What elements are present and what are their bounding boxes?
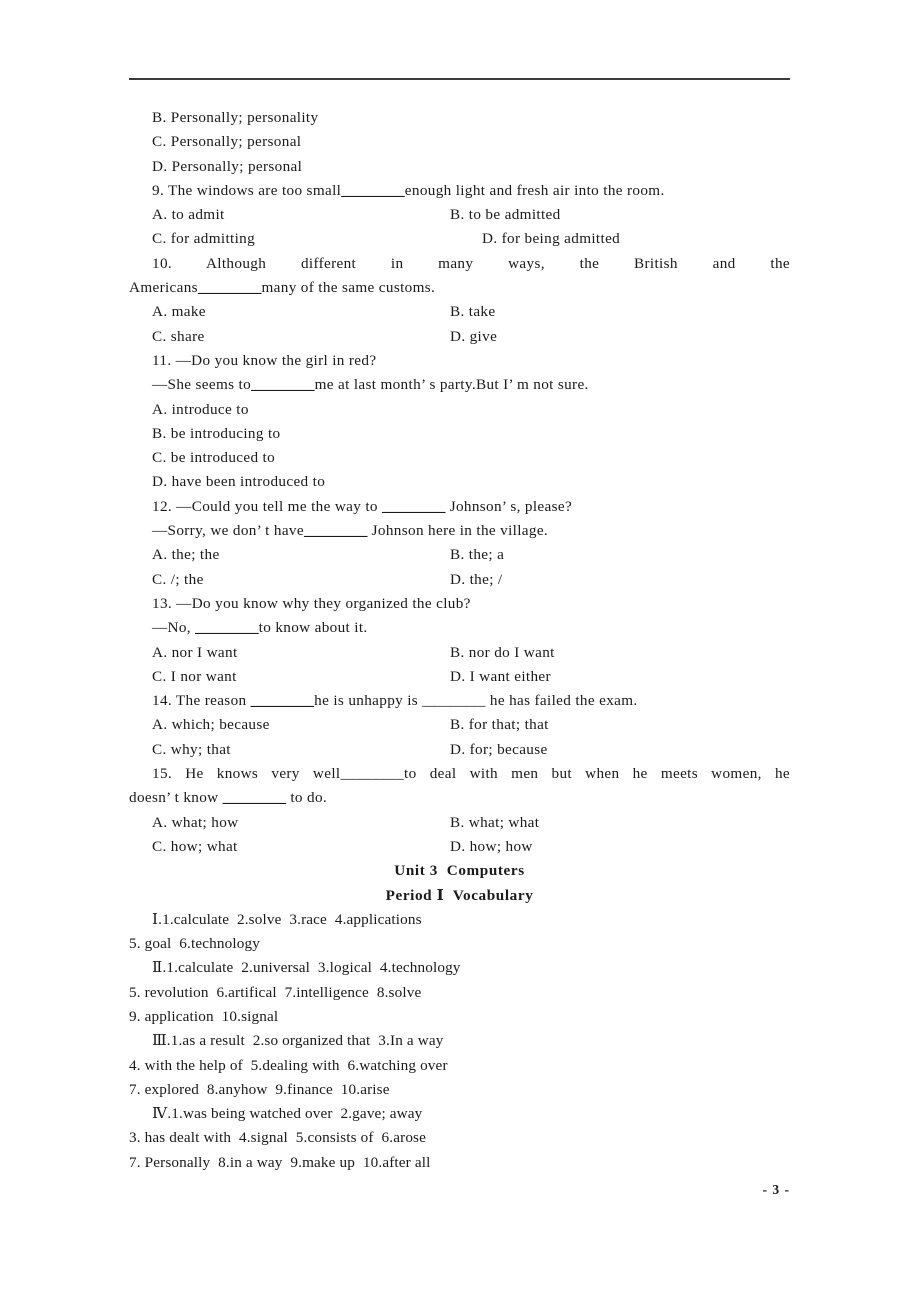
option-right: B. what; what bbox=[450, 813, 540, 831]
answer-blank: ________ bbox=[381, 497, 446, 515]
stem-text: —No, bbox=[152, 619, 196, 637]
document-page: B. Personally; personality C. Personally… bbox=[0, 0, 920, 1302]
header-rule bbox=[129, 78, 790, 80]
stem-text: 14. The reason bbox=[152, 692, 251, 710]
option-left: A. the; the bbox=[152, 546, 220, 564]
option-row: C. for admitting D. for being admitted bbox=[129, 227, 790, 251]
option-line: C. Personally; personal bbox=[152, 133, 302, 151]
answer-key-line: Ⅲ.1.as a result 2.so organized that 3.In… bbox=[152, 1032, 444, 1050]
stem-text: Americans bbox=[129, 279, 198, 297]
question-stem-13: 13. —Do you know why they organized the … bbox=[152, 594, 471, 612]
answer-key-line: 5. goal 6.technology bbox=[129, 935, 260, 953]
option-right: B. the; a bbox=[450, 546, 505, 564]
question-stem-15-cont: doesn’ t know ________ to do. bbox=[129, 786, 790, 810]
option-row: C. why; that D. for; because bbox=[129, 738, 790, 762]
option-row: A. make B. take bbox=[129, 300, 790, 324]
option-line: A. introduce to bbox=[152, 400, 249, 418]
stem-text-tail: he is unhappy is ________ he has failed … bbox=[314, 692, 638, 710]
option-row: C. share D. give bbox=[129, 325, 790, 349]
question-stem-9: 9. The windows are too small________enou… bbox=[129, 179, 790, 203]
unit-heading: Unit 3 Computers bbox=[394, 862, 525, 880]
option-left: C. I nor want bbox=[152, 667, 237, 685]
period-heading: Period Ⅰ Vocabulary bbox=[385, 886, 534, 904]
option-right: D. how; how bbox=[450, 837, 533, 855]
question-stem-10: 10. Although different in many ways, the… bbox=[152, 254, 790, 272]
option-row: A. to admit B. to be admitted bbox=[129, 203, 790, 227]
answer-key-line: Ⅱ.1.calculate 2.universal 3.logical 4.te… bbox=[152, 959, 461, 977]
option-left: C. how; what bbox=[152, 837, 238, 855]
option-left: A. make bbox=[152, 303, 206, 321]
stem-text-tail: Johnson’ s, please? bbox=[445, 497, 573, 515]
option-right: D. I want either bbox=[450, 667, 551, 685]
answer-blank: ________ bbox=[195, 619, 259, 637]
option-right: D. for; because bbox=[450, 740, 548, 758]
question-stem-14: 14. The reason ________he is unhappy is … bbox=[129, 689, 790, 713]
option-right: B. to be admitted bbox=[450, 206, 561, 224]
question-stem-11-cont: —She seems to________me at last month’ s… bbox=[129, 373, 790, 397]
option-right: B. nor do I want bbox=[450, 643, 555, 661]
option-row: C. /; the D. the; / bbox=[129, 568, 790, 592]
question-stem-10-cont: Americans________many of the same custom… bbox=[129, 276, 790, 300]
option-line: B. Personally; personality bbox=[152, 109, 319, 126]
answer-key-line: Ⅰ.1.calculate 2.solve 3.race 4.applicati… bbox=[152, 910, 422, 928]
option-left: A. which; because bbox=[152, 716, 270, 734]
option-left: C. /; the bbox=[152, 570, 204, 588]
stem-text: —Sorry, we don’ t have bbox=[152, 522, 304, 540]
option-left: A. what; how bbox=[152, 813, 239, 831]
option-left: A. nor I want bbox=[152, 643, 238, 661]
option-line: B. be introducing to bbox=[152, 424, 281, 442]
option-line: D. have been introduced to bbox=[152, 473, 326, 491]
answer-key-line: 7. Personally 8.in a way 9.make up 10.af… bbox=[129, 1153, 431, 1171]
page-number: - 3 - bbox=[762, 1182, 790, 1197]
answer-key-line: 9. application 10.signal bbox=[129, 1007, 279, 1025]
answer-blank: ________ bbox=[222, 789, 287, 807]
option-row: A. the; the B. the; a bbox=[129, 543, 790, 567]
question-stem-11: 11. —Do you know the girl in red? bbox=[152, 351, 377, 369]
answer-blank: ________ bbox=[251, 376, 315, 394]
document-body: B. Personally; personality C. Personally… bbox=[129, 106, 790, 1175]
option-row: C. how; what D. how; how bbox=[129, 835, 790, 859]
answer-key-line: 7. explored 8.anyhow 9.finance 10.arise bbox=[129, 1080, 390, 1098]
option-row: A. nor I want B. nor do I want bbox=[129, 641, 790, 665]
option-row: C. I nor want D. I want either bbox=[129, 665, 790, 689]
option-right: B. for that; that bbox=[450, 716, 549, 734]
option-left: C. share bbox=[152, 327, 205, 345]
answer-key-line: 4. with the help of 5.dealing with 6.wat… bbox=[129, 1056, 448, 1074]
stem-text-tail: Johnson here in the village. bbox=[367, 522, 549, 540]
option-right: D. for being admitted bbox=[482, 230, 621, 248]
answer-blank: ________ bbox=[250, 692, 315, 710]
stem-text-tail: to do. bbox=[286, 789, 328, 807]
stem-text: doesn’ t know bbox=[129, 789, 223, 807]
option-right: D. give bbox=[450, 327, 498, 345]
answer-blank: ________ bbox=[341, 181, 405, 199]
stem-text-tail: to know about it. bbox=[258, 619, 368, 637]
option-row: A. which; because B. for that; that bbox=[129, 713, 790, 737]
question-stem-13-cont: —No, ________to know about it. bbox=[129, 616, 790, 640]
question-stem-12-cont: —Sorry, we don’ t have________ Johnson h… bbox=[129, 519, 790, 543]
answer-blank: ________ bbox=[303, 522, 368, 540]
question-stem-15: 15. He knows very well________to deal wi… bbox=[152, 765, 790, 783]
stem-text-tail: me at last month’ s party.But I’ m not s… bbox=[314, 376, 589, 394]
option-left: C. why; that bbox=[152, 740, 231, 758]
option-right: D. the; / bbox=[450, 570, 503, 588]
option-left: A. to admit bbox=[152, 206, 225, 224]
option-line: C. be introduced to bbox=[152, 449, 276, 467]
option-row: A. what; how B. what; what bbox=[129, 811, 790, 835]
stem-text-tail: many of the same customs. bbox=[261, 279, 436, 297]
stem-text: 9. The windows are too small bbox=[152, 181, 342, 199]
answer-key-line: 3. has dealt with 4.signal 5.consists of… bbox=[129, 1129, 427, 1147]
question-stem-12: 12. —Could you tell me the way to ______… bbox=[129, 495, 790, 519]
option-left: C. for admitting bbox=[152, 230, 256, 248]
option-right: B. take bbox=[450, 303, 496, 321]
stem-text-tail: enough light and fresh air into the room… bbox=[404, 181, 665, 199]
answer-key-line: 5. revolution 6.artifical 7.intelligence… bbox=[129, 983, 422, 1001]
answer-key-line: Ⅳ.1.was being watched over 2.gave; away bbox=[152, 1105, 423, 1123]
option-line: D. Personally; personal bbox=[152, 157, 303, 175]
stem-text: —She seems to bbox=[152, 376, 252, 394]
stem-text: 12. —Could you tell me the way to bbox=[152, 497, 382, 515]
answer-blank: ________ bbox=[197, 279, 262, 297]
